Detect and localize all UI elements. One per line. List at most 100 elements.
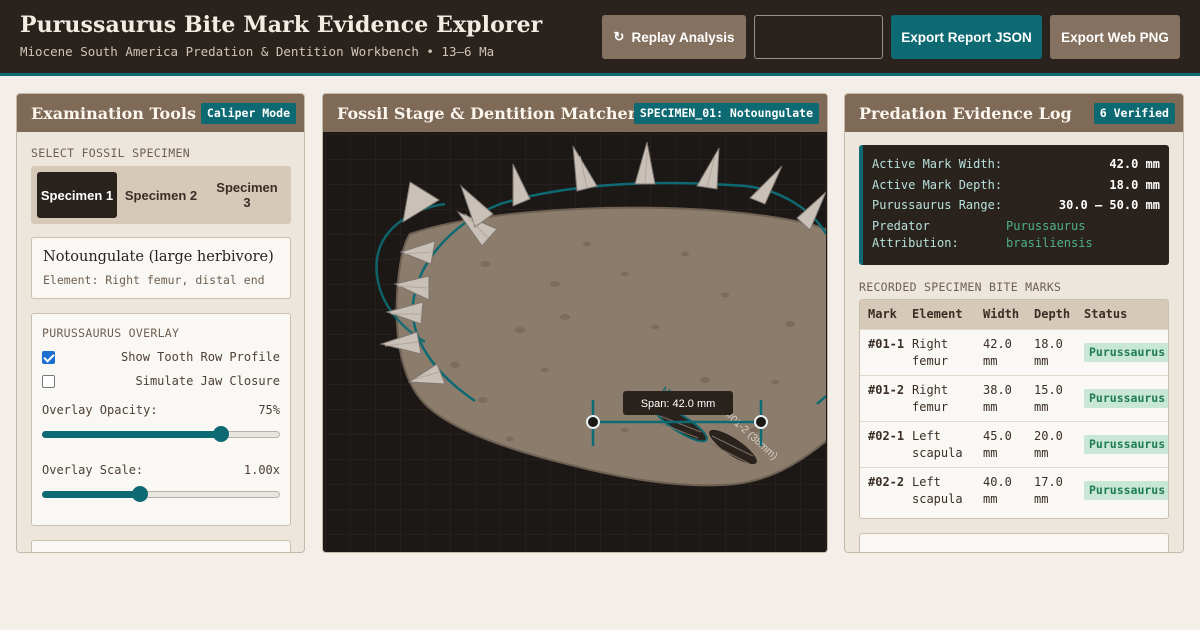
- table-header: Mark Element Width Depth Status: [860, 300, 1168, 329]
- row-depth: 18.0 mm: [1034, 337, 1063, 368]
- specimen-name: Notoungulate (large herbivore): [43, 249, 274, 265]
- col-depth: Depth: [1034, 307, 1071, 321]
- opacity-row: Overlay Opacity: 75%: [42, 403, 280, 419]
- row-width: 38.0 mm: [983, 383, 1012, 414]
- row-width: 45.0 mm: [983, 429, 1012, 460]
- row-element: Left scapula: [912, 475, 963, 506]
- row-element: Right femur: [912, 383, 949, 414]
- scale-slider-fill: [42, 491, 140, 498]
- caliper-mode-badge: Caliper Mode: [200, 103, 296, 124]
- table-row[interactable]: #01-1 Right femur 42.0 mm 18.0 mm Puruss…: [860, 329, 1168, 375]
- export-json-button[interactable]: Export Report JSON: [891, 15, 1042, 59]
- specimen-3-button[interactable]: Specimen 3: [211, 172, 283, 218]
- readout-depth-key: Active Mark Depth:: [872, 178, 1003, 192]
- readout-attribution-key: Predator Attribution:: [872, 219, 959, 250]
- row-mark: #02-2: [868, 475, 905, 489]
- replay-analysis-label: Replay Analysis: [631, 29, 735, 45]
- active-mark-readout: Active Mark Width: 42.0 mm Active Mark D…: [859, 145, 1169, 265]
- tooth-row-label: Show Tooth Row Profile: [121, 350, 280, 364]
- app-title: Purussaurus Bite Mark Evidence Explorer: [20, 12, 543, 38]
- scale-slider[interactable]: [42, 486, 280, 502]
- readout-width-key: Active Mark Width:: [872, 157, 1003, 171]
- panel-header: Fossil Stage & Dentition Matcher SPECIME…: [323, 94, 827, 132]
- status-badge: Purussaurus: [1084, 481, 1168, 500]
- panel-title: Examination Tools: [31, 104, 196, 123]
- opacity-value: 75%: [258, 403, 280, 417]
- overlay-controls: PURUSSAURUS OVERLAY Show Tooth Row Profi…: [31, 313, 291, 526]
- row-element: Right femur: [912, 337, 949, 368]
- bite-marks-table: Mark Element Width Depth Status #01-1 Ri…: [859, 299, 1169, 519]
- scale-value: 1.00x: [243, 463, 280, 477]
- col-mark: Mark: [868, 307, 897, 321]
- opacity-slider-fill: [42, 431, 221, 438]
- bite-marks-label: RECORDED SPECIMEN BITE MARKS: [859, 280, 1062, 294]
- jaw-closure-toggle[interactable]: Simulate Jaw Closure: [42, 374, 280, 390]
- tooth-row-checkbox[interactable]: [42, 351, 55, 364]
- panel-header: Examination Tools Caliper Mode: [17, 94, 304, 132]
- row-width: 42.0 mm: [983, 337, 1012, 368]
- scale-slider-thumb[interactable]: [132, 486, 148, 502]
- readout-range-key: Purussaurus Range:: [872, 198, 1003, 212]
- row-depth: 15.0 mm: [1034, 383, 1063, 414]
- app-subtitle: Miocene South America Predation & Dentit…: [20, 44, 495, 59]
- replay-analysis-button[interactable]: ↻ Replay Analysis: [602, 15, 746, 59]
- table-row[interactable]: #02-1 Left scapula 45.0 mm 20.0 mm Purus…: [860, 421, 1168, 467]
- overlay-label: PURUSSAURUS OVERLAY: [42, 326, 180, 340]
- readout-attribution-value: Purussaurus brasiliensis: [1006, 219, 1093, 250]
- export-png-button[interactable]: Export Web PNG: [1050, 15, 1180, 59]
- scale-row: Overlay Scale: 1.00x: [42, 463, 280, 479]
- tooth-row-toggle[interactable]: Show Tooth Row Profile: [42, 350, 280, 366]
- table-row[interactable]: #01-2 Right femur 38.0 mm 15.0 mm Puruss…: [860, 375, 1168, 421]
- jaw-closure-label: Simulate Jaw Closure: [135, 374, 281, 388]
- specimen-card: Notoungulate (large herbivore) Element: …: [31, 237, 291, 299]
- opacity-slider[interactable]: [42, 426, 280, 442]
- caliper-handle-right[interactable]: [754, 415, 768, 429]
- row-mark: #02-1: [868, 429, 905, 443]
- specimen-element: Element: Right femur, distal end: [43, 273, 265, 287]
- predation-log-panel: Predation Evidence Log 6 Verified Active…: [844, 93, 1184, 553]
- readout-attribution: Predator Attribution: Purussaurus brasil…: [872, 218, 1160, 254]
- additional-log-card: [859, 533, 1169, 552]
- col-status: Status: [1084, 307, 1128, 321]
- row-depth: 20.0 mm: [1034, 429, 1063, 460]
- row-width: 40.0 mm: [983, 475, 1012, 506]
- row-element: Left scapula: [912, 429, 963, 460]
- additional-tools-card: [31, 540, 291, 552]
- specimen-1-button[interactable]: Specimen 1: [37, 172, 117, 218]
- examination-tools-panel: Examination Tools Caliper Mode SELECT FO…: [16, 93, 305, 553]
- panel-header: Predation Evidence Log 6 Verified: [845, 94, 1183, 132]
- col-width: Width: [983, 307, 1020, 321]
- readout-depth-value: 18.0 mm: [1109, 178, 1160, 192]
- app-header: Purussaurus Bite Mark Evidence Explorer …: [0, 0, 1200, 76]
- verified-badge: 6 Verified: [1093, 103, 1175, 124]
- specimen-selector: Specimen 1 Specimen 2 Specimen 3: [31, 166, 291, 224]
- blank-header-button[interactable]: [754, 15, 883, 59]
- row-depth: 17.0 mm: [1034, 475, 1063, 506]
- row-mark: #01-1: [868, 337, 905, 351]
- table-row[interactable]: #02-2 Left scapula 40.0 mm 17.0 mm Purus…: [860, 467, 1168, 513]
- replay-icon: ↻: [613, 29, 625, 44]
- specimen-2-button[interactable]: Specimen 2: [121, 172, 201, 218]
- opacity-slider-thumb[interactable]: [213, 426, 229, 442]
- specimen-badge: SPECIMEN_01: Notoungulate: [633, 103, 819, 124]
- status-badge: Purussaurus: [1084, 435, 1168, 454]
- caliper-span-label: Span: 42.0 mm: [641, 398, 716, 410]
- fossil-stage-canvas[interactable]: M #01-2 (38mm) Span: 42.0 mm: [325, 134, 826, 553]
- readout-width: Active Mark Width: 42.0 mm: [872, 157, 1160, 171]
- readout-range: Purussaurus Range: 30.0 – 50.0 mm: [872, 198, 1160, 212]
- col-element: Element: [912, 307, 963, 321]
- jaw-closure-checkbox[interactable]: [42, 375, 55, 388]
- readout-range-value: 30.0 – 50.0 mm: [1058, 198, 1160, 212]
- status-badge: Purussaurus: [1084, 389, 1168, 408]
- select-specimen-label: SELECT FOSSIL SPECIMEN: [31, 146, 190, 160]
- scale-label: Overlay Scale:: [42, 463, 144, 477]
- panel-title: Fossil Stage & Dentition Matcher: [337, 104, 637, 123]
- fossil-stage-panel: Fossil Stage & Dentition Matcher SPECIME…: [322, 93, 828, 553]
- status-badge: Purussaurus: [1084, 343, 1168, 362]
- caliper-handle-left[interactable]: [586, 415, 600, 429]
- panel-title: Predation Evidence Log: [859, 104, 1072, 123]
- row-mark: #01-2: [868, 383, 905, 397]
- opacity-label: Overlay Opacity:: [42, 403, 158, 417]
- readout-depth: Active Mark Depth: 18.0 mm: [872, 178, 1160, 192]
- readout-width-value: 42.0 mm: [1109, 157, 1160, 171]
